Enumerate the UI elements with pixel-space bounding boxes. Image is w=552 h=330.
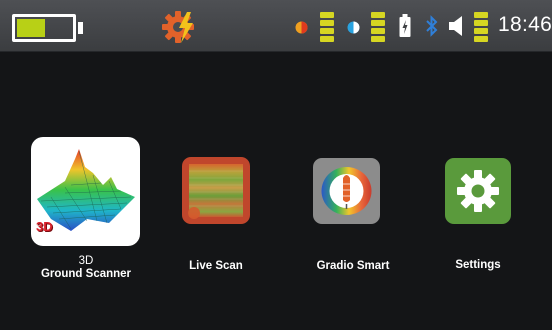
live-scan-icon[interactable] (182, 157, 250, 224)
bluetooth-icon (425, 15, 439, 37)
app-label-settings: Settings (455, 259, 501, 271)
app-label-live-scan: Live Scan (189, 260, 243, 272)
level-icon (371, 12, 385, 42)
app-label-3d-line1: 3D (78, 255, 94, 267)
small-battery-icon (399, 14, 411, 38)
settings-gear-icon[interactable] (445, 158, 511, 224)
home-screen: 18:46 3D 3D Ground Scanner Live Scan Gra… (0, 0, 552, 330)
app-label-3d-line2: Ground Scanner (40, 268, 132, 280)
battery-icon (12, 14, 83, 42)
color-dot-icon (295, 21, 308, 34)
speaker-icon (447, 15, 467, 37)
3d-badge: 3D (36, 219, 53, 234)
level-icon (320, 12, 334, 42)
level-icon (474, 12, 488, 42)
contrast-icon (347, 21, 360, 34)
gear-bolt-icon[interactable] (160, 9, 200, 45)
3d-surface-icon[interactable]: 3D (31, 137, 140, 246)
clock: 18:46 (498, 13, 552, 36)
app-label-gradio-smart: Gradio Smart (316, 260, 390, 272)
gradio-smart-icon[interactable] (313, 158, 380, 224)
status-bar: 18:46 (0, 0, 552, 52)
